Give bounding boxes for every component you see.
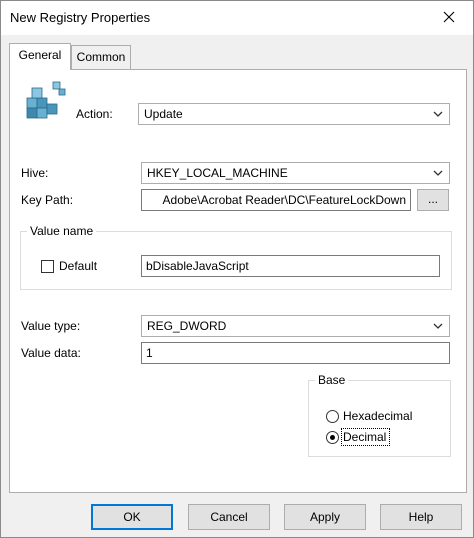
general-tab-panel: Action: Update Hive: HKEY_LOCAL_MACHINE … <box>9 69 467 493</box>
registry-cubes-icon <box>26 81 66 119</box>
window-title: New Registry Properties <box>10 10 151 25</box>
value-name-field[interactable]: bDisableJavaScript <box>141 255 440 277</box>
hive-dropdown[interactable]: HKEY_LOCAL_MACHINE <box>141 162 450 184</box>
value-type-label: Value type: <box>21 319 81 333</box>
decimal-label: Decimal <box>343 430 387 444</box>
default-checkbox-label: Default <box>59 259 98 273</box>
chevron-down-icon <box>433 111 443 117</box>
tab-common[interactable]: Common <box>71 45 131 69</box>
chevron-down-icon <box>433 323 443 329</box>
radio-selected-dot <box>330 435 335 440</box>
value-type-dropdown[interactable]: REG_DWORD <box>141 315 450 337</box>
value-data-value: 1 <box>146 346 153 360</box>
key-path-label: Key Path: <box>21 193 74 207</box>
value-data-field[interactable]: 1 <box>141 342 450 364</box>
title-bar: New Registry Properties <box>1 1 473 35</box>
tab-general[interactable]: General <box>9 43 71 70</box>
action-value: Update <box>144 107 183 121</box>
browse-key-path-button[interactable]: ... <box>417 189 449 211</box>
registry-properties-dialog: New Registry Properties General Common A… <box>0 0 474 538</box>
value-type-value: REG_DWORD <box>147 319 227 333</box>
key-path-value: Adobe\Acrobat Reader\DC\FeatureLockDown <box>162 193 406 207</box>
hexadecimal-label: Hexadecimal <box>343 409 413 423</box>
action-label: Action: <box>76 107 113 121</box>
value-name-value: bDisableJavaScript <box>146 259 249 273</box>
base-group-label: Base <box>318 373 346 387</box>
value-name-group-label: Value name <box>30 224 94 238</box>
cancel-button[interactable]: Cancel <box>188 504 270 530</box>
close-icon <box>443 11 455 23</box>
tab-common-label: Common <box>76 50 126 64</box>
value-data-label: Value data: <box>21 346 81 360</box>
chevron-down-icon <box>433 170 443 176</box>
default-checkbox[interactable] <box>41 260 54 273</box>
decimal-radio[interactable] <box>326 431 339 444</box>
hive-label: Hive: <box>21 166 49 180</box>
close-button[interactable] <box>431 3 467 31</box>
help-button[interactable]: Help <box>380 504 462 530</box>
apply-button[interactable]: Apply <box>284 504 366 530</box>
action-dropdown[interactable]: Update <box>138 103 450 125</box>
tab-general-label: General <box>18 48 62 62</box>
hive-value: HKEY_LOCAL_MACHINE <box>147 166 288 180</box>
key-path-field[interactable]: Adobe\Acrobat Reader\DC\FeatureLockDown <box>141 189 411 211</box>
hexadecimal-radio[interactable] <box>326 410 339 423</box>
ok-button[interactable]: OK <box>91 504 173 530</box>
